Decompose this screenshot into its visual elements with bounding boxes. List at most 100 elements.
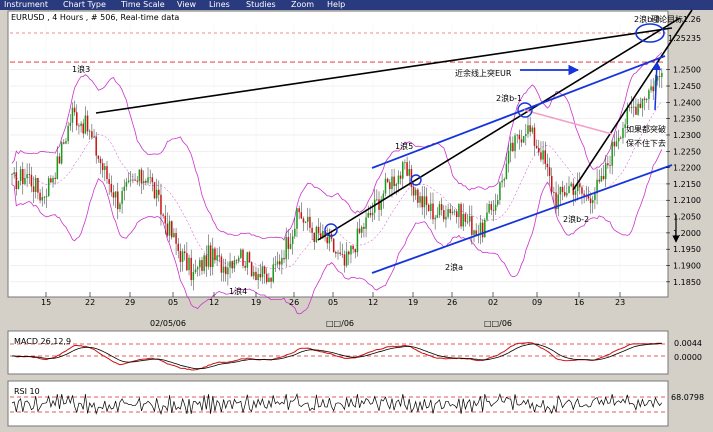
candle-body xyxy=(419,196,421,203)
candle-body xyxy=(602,175,605,180)
y-tick-label: 1.2500 xyxy=(673,66,701,75)
candle-body xyxy=(607,163,609,166)
x-tick-label: 26 xyxy=(447,298,457,307)
candle-body xyxy=(214,248,216,261)
candle-body xyxy=(43,196,46,198)
candle-body xyxy=(445,216,447,220)
candle-body xyxy=(32,186,35,192)
candle-body xyxy=(356,228,359,253)
candle-body xyxy=(63,142,65,144)
candle-body xyxy=(285,237,287,260)
candle-body xyxy=(503,179,505,181)
candle-body xyxy=(153,182,156,199)
candle-body xyxy=(138,169,141,182)
candle-body xyxy=(566,193,568,196)
candle-body xyxy=(108,179,110,184)
candle-body xyxy=(11,174,13,175)
candle-body xyxy=(106,166,108,180)
candle-body xyxy=(648,90,650,100)
candle-body xyxy=(164,215,167,224)
chart-workspace: 1.2500 1.2450 1.2400 1.2350 1.2300 1.2250 1.22… xyxy=(7,9,704,427)
candle-body xyxy=(212,248,214,268)
candle-body xyxy=(244,265,246,268)
candle-body xyxy=(365,217,367,229)
candle-body xyxy=(37,177,39,193)
menu-chart-type[interactable]: Chart Type xyxy=(63,0,106,10)
candle-body xyxy=(307,216,309,222)
candle-body xyxy=(60,142,63,164)
candle-body xyxy=(19,169,22,182)
x-tick-label: 22 xyxy=(85,298,95,307)
x-tick-label: 02 xyxy=(488,298,498,307)
menu-help[interactable]: Help xyxy=(327,0,345,10)
candle-body xyxy=(76,112,78,126)
candle-body xyxy=(240,249,242,258)
candle-body xyxy=(190,257,192,280)
candle-body xyxy=(512,142,514,152)
y-tick-label: 1.1900 xyxy=(673,262,701,271)
candle-body xyxy=(367,213,369,218)
candle-body xyxy=(499,182,501,201)
candle-body xyxy=(505,163,508,180)
macd-value-label: 0.0044 xyxy=(674,339,702,348)
candle-body xyxy=(136,180,138,182)
candle-body xyxy=(494,204,497,211)
candle-body xyxy=(574,191,577,195)
candle-body xyxy=(404,162,406,163)
y-tick-label: 1.2300 xyxy=(673,131,701,140)
candle-body xyxy=(391,176,393,190)
candle-body xyxy=(15,172,18,190)
candle-body xyxy=(283,257,285,260)
candle-body xyxy=(371,212,374,216)
candle-body xyxy=(507,151,510,164)
rsi-value-label: 68.0798 xyxy=(671,393,704,402)
candle-body xyxy=(82,123,85,134)
label-hint-left: 近余线上突EUR xyxy=(455,68,512,78)
candle-body xyxy=(291,236,294,245)
x-tick-label: 05 xyxy=(328,298,338,307)
menu-studies[interactable]: Studies xyxy=(246,0,276,10)
candle-body xyxy=(132,179,134,181)
candle-body xyxy=(488,204,490,213)
candle-body xyxy=(278,261,281,265)
candle-body xyxy=(326,237,328,244)
candle-body xyxy=(473,230,475,235)
menu-view[interactable]: View xyxy=(177,0,196,10)
candle-body xyxy=(65,141,67,144)
candle-body xyxy=(591,200,594,204)
candle-body xyxy=(553,192,555,193)
candle-body xyxy=(563,191,566,196)
candle-body xyxy=(250,262,253,277)
candle-body xyxy=(13,172,15,175)
menu-zoom[interactable]: Zoom xyxy=(291,0,314,10)
y-tick-label: 1.2450 xyxy=(673,82,701,91)
candle-body xyxy=(458,204,460,218)
candle-body xyxy=(423,196,426,208)
menu-time-scale[interactable]: Time Scale xyxy=(121,0,165,10)
candle-body xyxy=(259,274,262,278)
candle-body xyxy=(430,203,432,211)
candle-body xyxy=(546,163,549,168)
candle-body xyxy=(99,158,102,164)
candle-body xyxy=(609,165,611,167)
menu-lines[interactable]: Lines xyxy=(209,0,230,10)
candle-body xyxy=(348,251,350,255)
menu-instrument[interactable]: Instrument xyxy=(4,0,48,10)
candle-body xyxy=(47,178,50,197)
candle-body xyxy=(183,251,186,254)
candle-body xyxy=(350,245,352,255)
candle-body xyxy=(542,150,544,160)
candle-body xyxy=(309,216,311,228)
label-hint-right1: 如果都突破 xyxy=(626,124,666,134)
candle-body xyxy=(613,141,616,147)
rsi-panel xyxy=(7,380,669,427)
y-tick-label: 1.2200 xyxy=(673,164,701,173)
candle-body xyxy=(412,186,415,196)
candle-body xyxy=(17,181,20,190)
candle-body xyxy=(162,214,164,216)
candle-body xyxy=(633,106,635,108)
candle-body xyxy=(67,125,69,142)
candle-body xyxy=(261,266,264,278)
candle-body xyxy=(268,277,270,283)
candle-body xyxy=(123,186,126,191)
